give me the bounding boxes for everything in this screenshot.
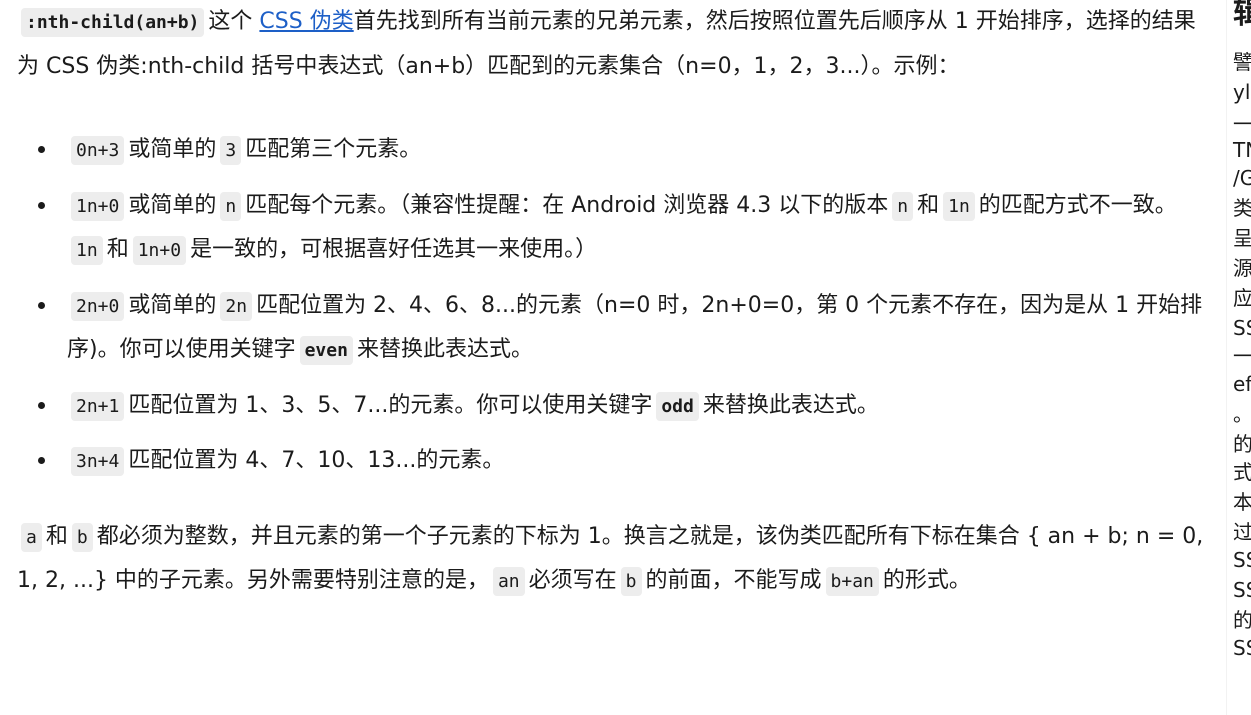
list-item-text: 或简单的: [128, 137, 217, 162]
code-snippet: 2n+1: [71, 391, 125, 421]
code-snippet: n: [220, 191, 242, 221]
list-item: 3n+4 匹配位置为 4、7、10、13...的元素。: [17, 439, 1205, 484]
sidebar-text-fragment: SS: [1233, 578, 1251, 602]
sidebar-text-fragment: 的: [1233, 608, 1251, 632]
sidebar-text-fragment: SS: [1233, 636, 1251, 660]
list-item-text: 或简单的: [128, 192, 217, 218]
sidebar-text-fragment: /G: [1233, 166, 1251, 190]
list-item: 1n+0 或简单的 n 匹配每个元素。（兼容性提醒：在 Android 浏览器 4.3…: [17, 184, 1205, 273]
sidebar-text-fragment: 譬: [1233, 50, 1251, 74]
sidebar-text-fragment: 的: [1233, 432, 1251, 456]
list-item-text: 的匹配方式不一致。: [978, 192, 1177, 218]
list-item: 0n+3 或简单的 3 匹配第三个元素。: [17, 128, 1205, 173]
code-snippet: 1n+0: [71, 191, 125, 221]
sidebar-text-fragment: ef: [1233, 372, 1251, 396]
code-snippet: b+an: [825, 567, 879, 596]
article-content: :nth-child(an+b) 这个 CSS 伪类首先找到所有当前元素的兄弟元素…: [17, 0, 1205, 604]
code-snippet: n: [892, 191, 914, 221]
code-snippet: b: [71, 522, 93, 552]
list-item-text: 匹配第三个元素。: [245, 137, 422, 162]
outro-text: 的前面，不能写成: [645, 568, 822, 593]
sidebar-text-fragment: SS: [1233, 316, 1251, 340]
list-item-text: 匹配位置为 4、7、10、13...的元素。: [128, 448, 505, 473]
outro-text: 的形式。: [882, 568, 971, 593]
code-snippet: 0n+3: [71, 136, 125, 165]
list-item-text: 是一致的，可根据喜好任选其一来使用。）: [190, 237, 598, 262]
right-sidebar-cropped: 辑譬yl一TN/G类呈源应SS一ef。的式本过SSSS的SS: [1226, 0, 1251, 715]
outro-text: 必须写在: [528, 568, 617, 593]
sidebar-text-fragment: 应: [1233, 286, 1251, 310]
code-snippet: an: [492, 567, 525, 596]
code-snippet: 1n: [943, 191, 975, 221]
outro-text: 和: [45, 523, 68, 549]
sidebar-text-fragment: 本: [1233, 490, 1251, 514]
outro-paragraph: a 和 b 都必须为整数，并且元素的第一个子元素的下标为 1。换言之就是，该伪类匹配所…: [17, 515, 1205, 604]
code-snippet: 2n: [220, 291, 253, 321]
sidebar-text-fragment: 式: [1233, 460, 1251, 484]
code-snippet: 3: [220, 136, 242, 165]
examples-list: 0n+3 或简单的 3 匹配第三个元素。 1n+0 或简单的 n 匹配每个元素。（兼容性提醒…: [17, 128, 1205, 484]
sidebar-text-fragment: SS: [1233, 548, 1251, 572]
sidebar-text-fragment: yl: [1233, 80, 1251, 104]
sidebar-text-fragment: 一: [1233, 112, 1251, 136]
code-snippet: 3n+4: [71, 447, 125, 476]
sidebar-text-fragment: 一: [1233, 344, 1251, 368]
code-snippet: b: [620, 567, 642, 596]
code-keyword-odd: odd: [656, 391, 699, 421]
code-snippet: 1n+0: [132, 236, 187, 265]
sidebar-text-fragment: 辑: [1233, 0, 1251, 29]
css-pseudo-class-link[interactable]: CSS 伪类: [259, 9, 353, 34]
list-item-text: 和: [106, 237, 129, 262]
list-item-text: 匹配每个元素。（兼容性提醒：在 Android 浏览器 4.3 以下的版本: [245, 192, 889, 218]
sidebar-text-fragment: TN: [1233, 138, 1251, 162]
list-item-text: 来替换此表达式。: [356, 337, 533, 362]
list-item-text: 来替换此表达式。: [702, 392, 879, 418]
sidebar-text-fragment: 。: [1233, 402, 1251, 426]
code-snippet: a: [21, 522, 42, 552]
code-snippet: 1n: [71, 236, 103, 265]
list-item-text: 匹配位置为 1、3、5、7...的元素。你可以使用关键字: [128, 392, 653, 418]
list-item-text: 和: [917, 192, 940, 218]
intro-paragraph: :nth-child(an+b) 这个 CSS 伪类首先找到所有当前元素的兄弟元素…: [17, 0, 1205, 88]
sidebar-text-fragment: 过: [1233, 520, 1251, 544]
list-item: 2n+1 匹配位置为 1、3、5、7...的元素。你可以使用关键字 odd 来替换此表…: [17, 384, 1205, 429]
sidebar-text-fragment: 呈: [1233, 226, 1251, 250]
intro-text-1: 这个: [208, 9, 253, 34]
sidebar-text-fragment: 类: [1233, 196, 1251, 220]
code-snippet: 2n+0: [71, 291, 125, 321]
code-keyword-even: even: [299, 336, 353, 365]
sidebar-text-fragment: 源: [1233, 256, 1251, 280]
list-item: 2n+0 或简单的 2n 匹配位置为 2、4、6、8...的元素（n=0 时，2n+0…: [17, 284, 1205, 373]
code-nth-child: :nth-child(an+b): [21, 8, 205, 37]
list-item-text: 或简单的: [128, 292, 217, 318]
